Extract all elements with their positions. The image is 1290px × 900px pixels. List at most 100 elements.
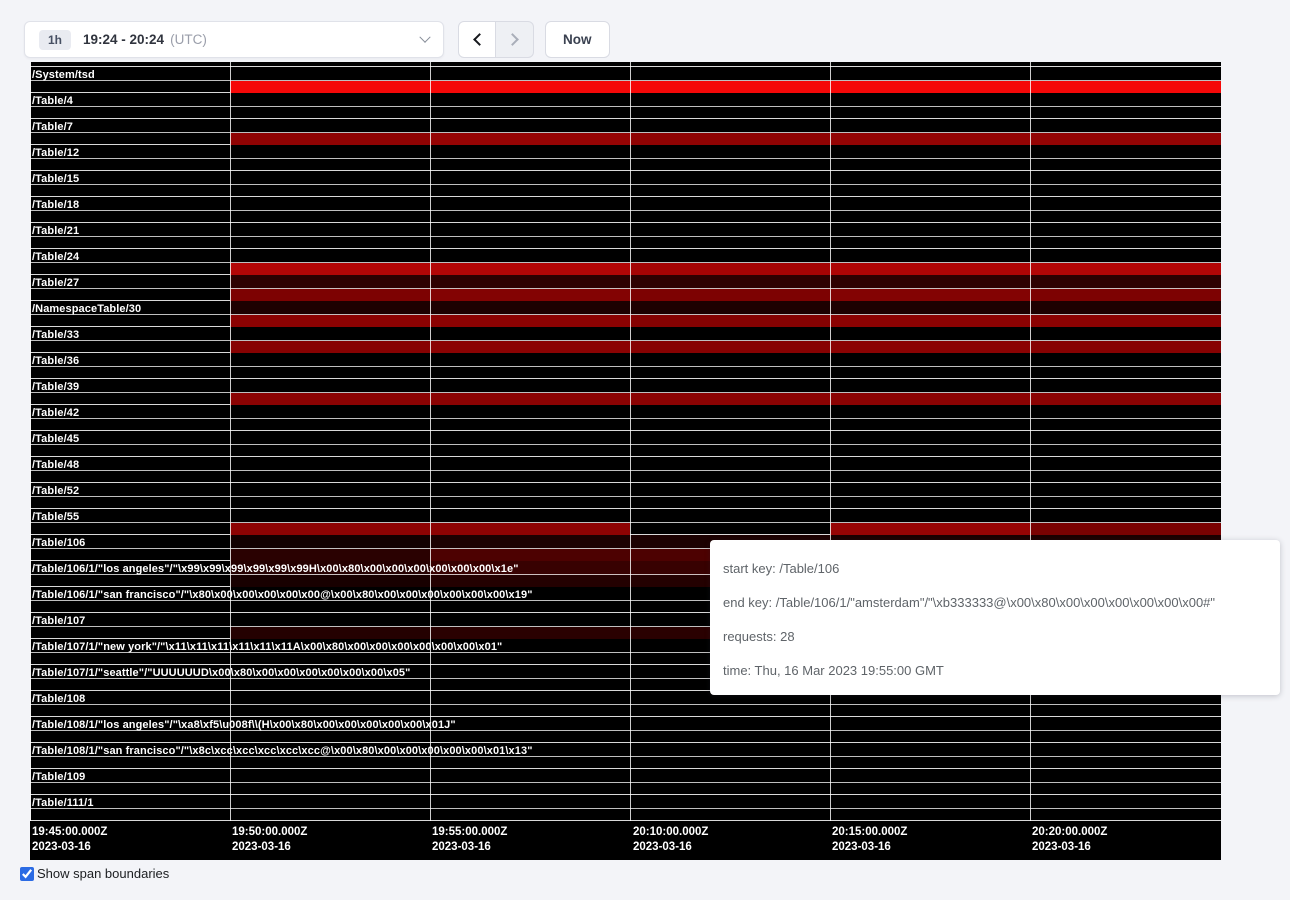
span-tooltip: start key: /Table/106 end key: /Table/10…	[710, 540, 1280, 695]
chevron-down-icon	[419, 31, 430, 42]
heatmap-row: /Table/21	[30, 222, 1221, 248]
span-boundary-line	[30, 444, 1221, 445]
heatmap-row: /Table/4	[30, 92, 1221, 118]
time-gridline	[1030, 62, 1031, 821]
row-key-label: /Table/15	[32, 173, 79, 185]
time-gridline	[830, 62, 831, 821]
heatmap-row: /Table/109	[30, 768, 1221, 794]
heatmap-row: /Table/24	[30, 248, 1221, 274]
heatmap-row: /Table/15	[30, 170, 1221, 196]
row-key-label: /NamespaceTable/30	[32, 303, 141, 315]
heat-band	[630, 81, 830, 93]
span-boundary-line	[30, 132, 1221, 133]
heatmap-row: /Table/45	[30, 430, 1221, 456]
heatmap-row: /Table/48	[30, 456, 1221, 482]
heat-band	[830, 133, 1030, 145]
span-boundary-line	[30, 106, 1221, 107]
range-timezone: (UTC)	[170, 32, 207, 47]
row-key-label: /Table/4	[32, 95, 73, 107]
prev-range-button[interactable]	[458, 21, 496, 58]
heat-band	[430, 315, 630, 327]
span-boundary-line	[30, 366, 1221, 367]
span-boundary-line	[30, 288, 1221, 289]
span-boundary-line	[30, 80, 1221, 81]
x-axis-tick-label: 20:10:00.000Z2023-03-16	[633, 825, 708, 855]
heat-band	[230, 263, 430, 275]
x-axis-tick-label: 19:50:00.000Z2023-03-16	[232, 825, 307, 855]
row-key-label: /Table/27	[32, 277, 79, 289]
show-span-boundaries-label[interactable]: Show span boundaries	[37, 866, 169, 881]
heat-band	[830, 523, 1030, 535]
span-boundary-line	[30, 418, 1221, 419]
row-key-label: /Table/108/1/"los angeles"/"\xa8\xf5\u00…	[32, 719, 456, 731]
range-label: 19:24 - 20:24	[83, 32, 164, 47]
heat-band	[830, 393, 1030, 405]
heatmap-row: /Table/42	[30, 404, 1221, 430]
x-axis-tick-label: 20:15:00.000Z2023-03-16	[832, 825, 907, 855]
span-boundaries-control: Show span boundaries	[20, 866, 169, 881]
row-key-label: /Table/55	[32, 511, 79, 523]
heat-band	[1030, 393, 1221, 405]
heat-band	[1030, 315, 1221, 327]
span-boundary-line	[30, 340, 1221, 341]
row-key-label: /Table/106/1/"los angeles"/"\x99\x99\x99…	[32, 563, 519, 575]
time-gridline	[230, 62, 231, 821]
heat-band	[430, 549, 630, 561]
row-key-label: /Table/107	[32, 615, 85, 627]
heat-band	[230, 627, 430, 639]
heatmap-row: /Table/39	[30, 378, 1221, 404]
heatmap-row: /System/tsd	[30, 66, 1221, 92]
row-key-label: /Table/42	[32, 407, 79, 419]
heat-band	[230, 575, 430, 587]
span-boundary-line	[30, 262, 1221, 263]
row-key-label: /Table/45	[32, 433, 79, 445]
row-key-label: /Table/36	[32, 355, 79, 367]
key-visualizer-page: 1h 19:24 - 20:24 (UTC) Now /System/tsd/T…	[0, 0, 1290, 900]
heatmap-rows: /System/tsd/Table/4/Table/7/Table/12/Tab…	[30, 66, 1221, 821]
heat-band	[230, 549, 430, 561]
row-key-label: /Table/109	[32, 771, 85, 783]
heat-band	[1030, 81, 1221, 93]
heatmap-row: /Table/7	[30, 118, 1221, 144]
heat-band	[230, 315, 430, 327]
time-gridline	[630, 62, 631, 821]
heatmap-row: /Table/36	[30, 352, 1221, 378]
show-span-boundaries-checkbox[interactable]	[20, 867, 34, 881]
now-button[interactable]: Now	[545, 21, 610, 58]
heat-band	[630, 263, 830, 275]
key-visualizer-canvas[interactable]: /System/tsd/Table/4/Table/7/Table/12/Tab…	[30, 62, 1221, 860]
heat-band	[230, 81, 430, 93]
heatmap-row: /Table/111/1	[30, 794, 1221, 820]
row-key-label: /Table/39	[32, 381, 79, 393]
heatmap-row: /NamespaceTable/30	[30, 300, 1221, 326]
tooltip-time: time: Thu, 16 Mar 2023 19:55:00 GMT	[723, 654, 1266, 688]
heat-band	[630, 393, 830, 405]
row-key-label: /Table/21	[32, 225, 79, 237]
heat-band	[830, 81, 1030, 93]
row-key-label: /Table/107/1/"new york"/"\x11\x11\x11\x1…	[32, 641, 502, 653]
heatmap-row: /Table/108/1/"los angeles"/"\xa8\xf5\u00…	[30, 716, 1221, 742]
time-range-select[interactable]: 1h 19:24 - 20:24 (UTC)	[24, 21, 444, 58]
chevron-right-icon	[506, 33, 519, 46]
heat-band	[1030, 523, 1221, 535]
heat-band	[430, 523, 630, 535]
next-range-button[interactable]	[496, 21, 534, 58]
heat-band	[1030, 341, 1221, 353]
row-key-label: /Table/106/1/"san francisco"/"\x80\x00\x…	[32, 589, 533, 601]
span-boundary-line	[30, 184, 1221, 185]
heat-band	[630, 289, 830, 301]
heatmap-row: /Table/108/1/"san francisco"/"\x8c\xcc\x…	[30, 742, 1221, 768]
x-axis-tick-label: 20:20:00.000Z2023-03-16	[1032, 825, 1107, 855]
heat-band	[830, 263, 1030, 275]
row-key-label: /Table/24	[32, 251, 79, 263]
heat-band	[630, 315, 830, 327]
x-axis-tick-label: 19:55:00.000Z2023-03-16	[432, 825, 507, 855]
row-key-label: /Table/7	[32, 121, 73, 133]
heat-band	[230, 393, 430, 405]
tooltip-end-key: end key: /Table/106/1/"amsterdam"/"\xb33…	[723, 586, 1266, 620]
span-boundary-line	[30, 236, 1221, 237]
span-boundary-line	[30, 704, 1221, 705]
heat-band	[1030, 263, 1221, 275]
span-boundary-line	[30, 392, 1221, 393]
row-key-label: /Table/108/1/"san francisco"/"\x8c\xcc\x…	[32, 745, 533, 757]
